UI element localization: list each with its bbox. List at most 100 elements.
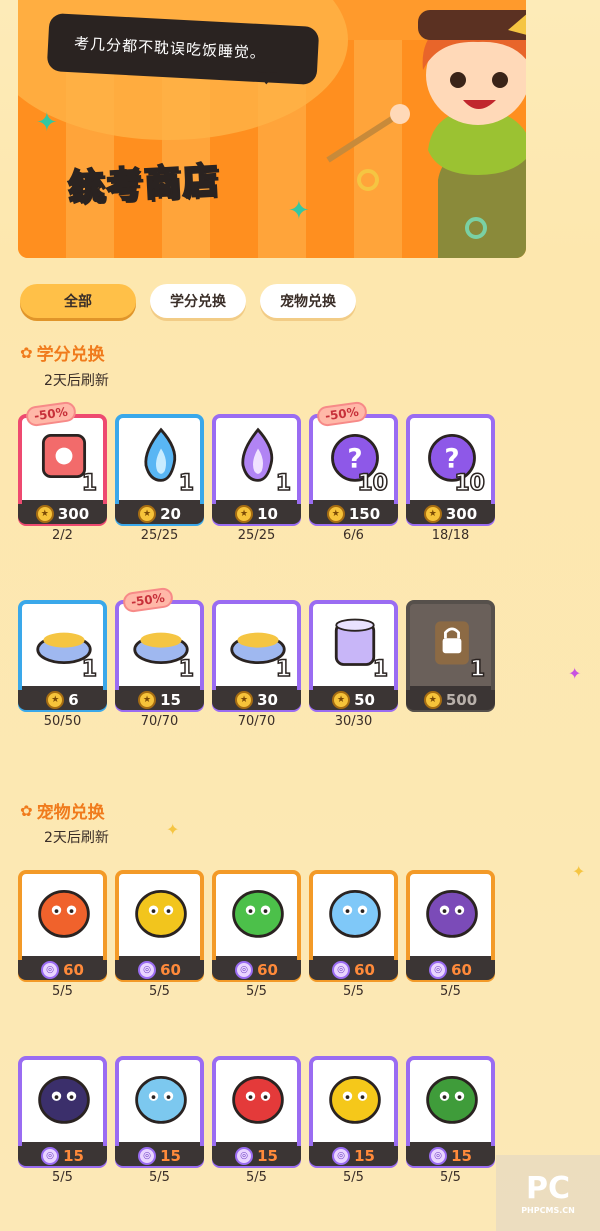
item-stock: 70/70 (140, 714, 179, 729)
item-stock: 18/18 (431, 528, 470, 543)
price-value: 10 (257, 505, 278, 523)
pet-item-bulb-pet[interactable]: ◎ 15 5/5 (309, 1056, 398, 1208)
item-stock: 50/50 (43, 714, 82, 729)
pet-gem-icon: ◎ (41, 1147, 60, 1165)
credit-item-blue-flame[interactable]: 1 ★ 20 25/25 (115, 414, 204, 566)
item-quantity: 10 (357, 470, 389, 497)
item-stock: 5/5 (440, 1170, 461, 1185)
price-value: 60 (257, 961, 278, 979)
item-stock: 5/5 (246, 984, 267, 999)
price-value: 15 (257, 1147, 278, 1165)
credit-item-mystery-egg-10b[interactable]: ? 10 ★ 300 18/18 (406, 414, 495, 566)
pet-item-shark-pet[interactable]: ◎ 15 5/5 (212, 1056, 301, 1208)
item-stock: 25/25 (237, 528, 276, 543)
pet-item-octopus-pet[interactable]: ◎ 60 5/5 (18, 870, 107, 1022)
item-price: ◎ 60 (115, 960, 204, 980)
pet-gem-icon: ◎ (429, 1147, 448, 1165)
sparkle-icon: ✦ (288, 196, 310, 226)
price-value: 15 (63, 1147, 84, 1165)
item-stock: 2/2 (52, 528, 73, 543)
item-quantity: 1 (178, 470, 195, 497)
bulb-icon (329, 1075, 381, 1124)
credit-coin-icon: ★ (235, 505, 254, 523)
item-stock: 5/5 (52, 984, 73, 999)
flower-icon: ✿ (20, 801, 33, 820)
item-stock: 5/5 (149, 984, 170, 999)
pet-gem-icon: ◎ (429, 961, 448, 979)
shark-icon (232, 1075, 284, 1124)
category-tabs: 全部 学分兑换 宠物兑换 (20, 284, 356, 318)
pufferfish-icon (135, 889, 187, 938)
price-value: 60 (160, 961, 181, 979)
pet-section-title: ✿ 宠物兑换 (20, 798, 105, 824)
price-value: 20 (160, 505, 181, 523)
price-value: 150 (348, 505, 381, 523)
tab-pet-exchange[interactable]: 宠物兑换 (260, 284, 356, 318)
price-value: 15 (354, 1147, 375, 1165)
credit-item-locked-can[interactable]: 1 ★ 500 (406, 600, 495, 752)
credit-item-food-can[interactable]: 1 ★ 50 30/30 (309, 600, 398, 752)
credit-item-food-bowl-purple[interactable]: -50% 1 ★ 15 70/70 (115, 586, 204, 752)
pet-gem-icon: ◎ (41, 961, 60, 979)
pet-gem-icon: ◎ (235, 961, 254, 979)
item-stock: 5/5 (149, 1170, 170, 1185)
shop-screen: 考几分都不耽误吃饭睡觉。 ✦ ✦ 统考商店 全部 学分兑换 宠物兑换 ✿ 学分兑… (0, 0, 600, 1231)
item-price: ◎ 60 (18, 960, 107, 980)
pet-item-pepper-pet[interactable]: ◎ 60 5/5 (212, 870, 301, 1022)
credit-coin-icon: ★ (235, 691, 254, 709)
credit-section-label: 学分兑换 (36, 345, 105, 365)
pepper-icon (232, 889, 284, 938)
octopus-icon (38, 889, 90, 938)
item-stock: 5/5 (343, 1170, 364, 1185)
credit-item-food-bowl-purple2[interactable]: 1 ★ 30 70/70 (212, 600, 301, 752)
watermark-subtext: PHPCMS.CN (521, 1206, 575, 1215)
tab-credit-exchange[interactable]: 学分兑换 (150, 284, 246, 318)
item-price: ◎ 15 (18, 1146, 107, 1166)
item-stock: 6/6 (343, 528, 364, 543)
item-price: ★ 500 (406, 690, 495, 710)
tab-all[interactable]: 全部 (20, 284, 136, 318)
price-value: 60 (63, 961, 84, 979)
sparkle-icon: ✦ (572, 862, 586, 881)
item-price: ◎ 15 (406, 1146, 495, 1166)
pet-item-fish-pet[interactable]: ◎ 15 5/5 (115, 1056, 204, 1208)
pet-item-pufferfish-pet[interactable]: ◎ 60 5/5 (115, 870, 204, 1022)
pet-section-label: 宠物兑换 (36, 803, 105, 823)
pet-item-cat-pet[interactable]: ◎ 15 5/5 (18, 1056, 107, 1208)
item-quantity: 10 (454, 470, 486, 497)
pet-item-sprout-pet[interactable]: ◎ 15 5/5 (406, 1056, 495, 1208)
credit-item-food-bowl-blue[interactable]: 1 ★ 6 50/50 (18, 600, 107, 752)
sparkle-icon: ✦ (568, 664, 582, 683)
shop-banner: 考几分都不耽误吃饭睡觉。 ✦ ✦ 统考商店 (18, 0, 526, 258)
shop-title: 统考商店 (66, 159, 222, 210)
item-quantity: 1 (81, 656, 98, 683)
credit-item-mystery-egg-10[interactable]: -50%? 10 ★ 150 6/6 (309, 400, 398, 566)
price-value: 6 (68, 691, 79, 709)
item-stock: 5/5 (440, 984, 461, 999)
item-price: ◎ 60 (212, 960, 301, 980)
character-illustration-icon (326, 10, 526, 258)
item-price: ★ 50 (309, 690, 398, 710)
item-price: ★ 6 (18, 690, 107, 710)
sparkle-icon: ✦ (166, 820, 180, 839)
item-price: ★ 20 (115, 504, 204, 524)
item-price: ◎ 60 (406, 960, 495, 980)
pet-item-grape-pet[interactable]: ◎ 60 5/5 (406, 870, 495, 1022)
price-value: 300 (57, 505, 90, 523)
watermark-logo: PC PHPCMS.CN (496, 1155, 600, 1231)
item-price: ★ 30 (212, 690, 301, 710)
pet-item-rabbit-pet[interactable]: ◎ 60 5/5 (309, 870, 398, 1022)
item-price: ★ 15 (115, 690, 204, 710)
pet-gem-icon: ◎ (332, 1147, 351, 1165)
credit-item-red-dice[interactable]: -50% 1 ★ 300 2/2 (18, 400, 107, 566)
item-stock: 30/30 (334, 714, 373, 729)
pet-gem-icon: ◎ (235, 1147, 254, 1165)
item-stock: 25/25 (140, 528, 179, 543)
grape-icon (426, 889, 478, 938)
credit-coin-icon: ★ (423, 691, 442, 709)
flower-icon: ✿ (20, 343, 33, 362)
credit-coin-icon: ★ (138, 691, 157, 709)
credit-item-purple-flame[interactable]: 1 ★ 10 25/25 (212, 414, 301, 566)
item-price: ◎ 15 (212, 1146, 301, 1166)
item-price: ◎ 15 (115, 1146, 204, 1166)
